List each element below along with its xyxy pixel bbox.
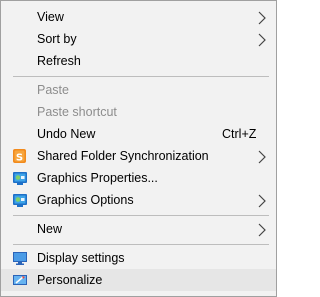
menu-item-refresh[interactable]: Refresh	[1, 50, 276, 72]
intel-graphics-icon	[13, 194, 27, 207]
menu-item-label: Sort by	[37, 32, 77, 46]
chevron-right-icon	[258, 223, 266, 237]
chevron-right-icon	[258, 194, 266, 208]
menu-item-paste[interactable]: Paste	[1, 79, 276, 101]
menu-item-label: Graphics Properties...	[37, 171, 158, 185]
menu-item-shared-folder-sync[interactable]: S Shared Folder Synchronization	[1, 145, 276, 167]
menu-item-label: Graphics Options	[37, 193, 134, 207]
menu-item-graphics-properties[interactable]: Graphics Properties...	[1, 167, 276, 189]
menu-separator	[13, 215, 269, 216]
menu-item-label: Refresh	[37, 54, 81, 68]
display-settings-icon	[13, 252, 27, 265]
menu-item-new[interactable]: New	[1, 218, 276, 240]
chevron-right-icon	[258, 11, 266, 25]
personalize-icon	[13, 275, 27, 285]
chevron-right-icon	[258, 150, 266, 164]
menu-item-paste-shortcut[interactable]: Paste shortcut	[1, 101, 276, 123]
menu-item-label: Undo New	[37, 127, 96, 141]
menu-item-label: Paste	[37, 83, 69, 97]
menu-item-view[interactable]: View	[1, 6, 276, 28]
menu-item-label: Personalize	[37, 273, 103, 287]
menu-item-graphics-options[interactable]: Graphics Options	[1, 189, 276, 211]
svg-text:S: S	[16, 152, 23, 163]
intel-graphics-icon	[13, 172, 27, 185]
menu-separator	[13, 244, 269, 245]
menu-item-label: New	[37, 222, 63, 236]
menu-item-display-settings[interactable]: Display settings	[1, 247, 276, 269]
menu-item-personalize[interactable]: Personalize	[1, 269, 276, 291]
shared-folder-sync-icon: S	[13, 149, 26, 163]
menu-item-label: Paste shortcut	[37, 105, 117, 119]
menu-item-label: Display settings	[37, 251, 125, 265]
menu-separator	[13, 76, 269, 77]
menu-item-sort-by[interactable]: Sort by	[1, 28, 276, 50]
shortcut-text: Ctrl+Z	[222, 127, 257, 141]
menu-item-undo-new[interactable]: Undo New Ctrl+Z	[1, 123, 276, 145]
chevron-right-icon	[258, 33, 266, 47]
desktop-context-menu: View Sort by Refresh Paste Paste shortcu…	[0, 0, 277, 297]
menu-item-label: Shared Folder Synchronization	[37, 149, 209, 163]
menu-item-label: View	[37, 10, 64, 24]
